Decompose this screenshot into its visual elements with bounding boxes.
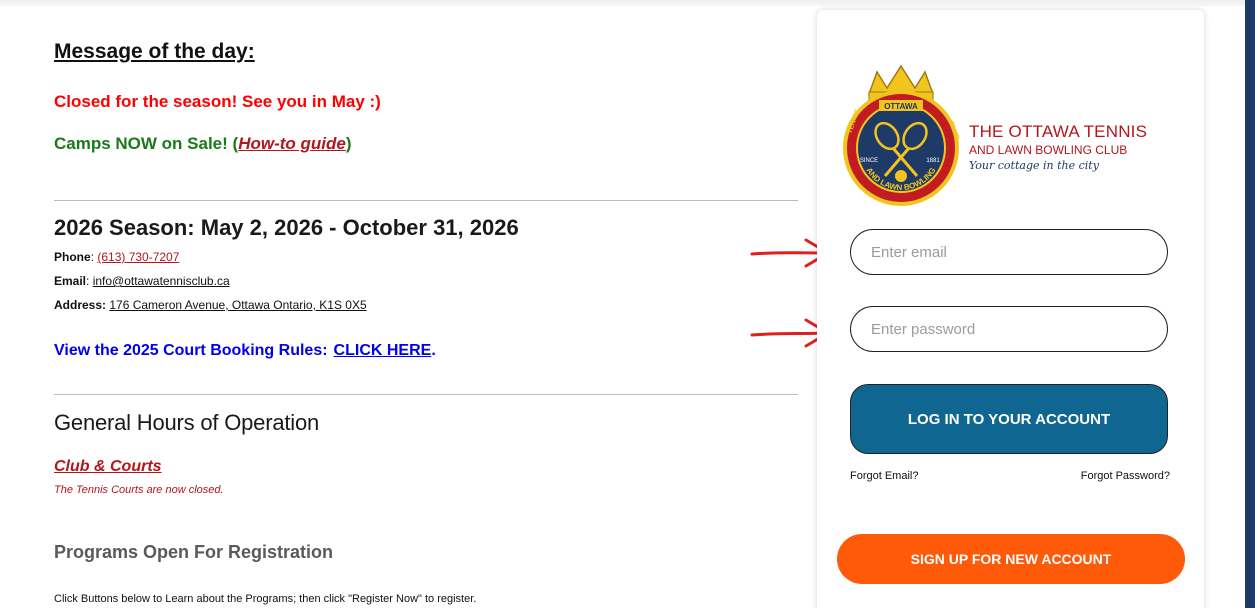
club-crest-icon: OTTAWA SINCE 1881 AND LAWN BOWLING TENNI… — [843, 64, 960, 206]
courts-closed-notice: The Tennis Courts are now closed. — [54, 484, 224, 496]
programs-title: Programs Open For Registration — [54, 542, 334, 562]
badge-since-text: SINCE — [860, 158, 878, 164]
club-logo: OTTAWA SINCE 1881 AND LAWN BOWLING TENNI… — [839, 64, 1159, 214]
booking-rules-line: View the 2025 Court Booking Rules: CLICK … — [54, 342, 436, 360]
logo-tagline: Your cottage in the city — [969, 159, 1099, 172]
page-right-edge — [1245, 0, 1255, 608]
motd-camps-notice: Camps NOW on Sale! (How-to guide) — [54, 134, 352, 154]
logo-wordmark: THE OTTAWA TENNIS AND LAWN BOWLING CLUB … — [969, 122, 1147, 172]
signup-button[interactable]: SIGN UP FOR NEW ACCOUNT — [837, 534, 1185, 584]
badge-top-text: OTTAWA — [884, 102, 918, 111]
badge-year-text: 1881 — [926, 158, 940, 164]
motd-title: Message of the day: — [54, 40, 255, 63]
login-panel: OTTAWA SINCE 1881 AND LAWN BOWLING TENNI… — [817, 10, 1204, 608]
camps-prefix: Camps NOW on Sale! ( — [54, 134, 239, 153]
email-label: Email — [54, 274, 87, 288]
logo-line-1: THE OTTAWA TENNIS — [969, 122, 1148, 141]
section-divider — [54, 394, 798, 395]
address-label: Address: — [54, 298, 107, 312]
email-line: Email: info@ottawatennisclub.ca — [54, 274, 230, 288]
phone-line: Phone: (613) 730-7207 — [54, 250, 180, 264]
email-link[interactable]: info@ottawatennisclub.ca — [93, 274, 230, 288]
how-to-guide-link[interactable]: How-to guide — [238, 134, 346, 153]
booking-rules-link[interactable]: CLICK HERE — [334, 342, 432, 359]
password-input[interactable] — [850, 306, 1168, 352]
address-link[interactable]: 176 Cameron Avenue, Ottawa Ontario, K1S … — [109, 298, 366, 312]
logo-line-2: AND LAWN BOWLING CLUB — [969, 143, 1128, 157]
motd-closed-notice: Closed for the season! See you in May :) — [54, 92, 381, 111]
forgot-email-link[interactable]: Forgot Email? — [850, 470, 918, 482]
club-courts-link[interactable]: Club & Courts — [54, 458, 162, 476]
phone-link[interactable]: (613) 730-7207 — [97, 250, 179, 264]
login-button[interactable]: LOG IN TO YOUR ACCOUNT — [850, 384, 1168, 454]
forgot-password-link[interactable]: Forgot Password? — [1081, 470, 1170, 482]
address-line: Address: 176 Cameron Avenue, Ottawa Onta… — [54, 298, 367, 312]
section-divider — [54, 200, 798, 201]
hours-title: General Hours of Operation — [54, 410, 320, 435]
camps-suffix: ) — [345, 134, 352, 153]
programs-description: Click Buttons below to Learn about the P… — [54, 593, 477, 605]
season-title: 2026 Season: May 2, 2026 - October 31, 2… — [54, 215, 519, 240]
top-edge — [0, 0, 1255, 6]
phone-label: Phone — [54, 250, 91, 264]
booking-rules-text: View the 2025 Court Booking Rules: — [54, 342, 328, 359]
email-input[interactable] — [850, 229, 1168, 275]
booking-suffix: . — [431, 342, 436, 359]
